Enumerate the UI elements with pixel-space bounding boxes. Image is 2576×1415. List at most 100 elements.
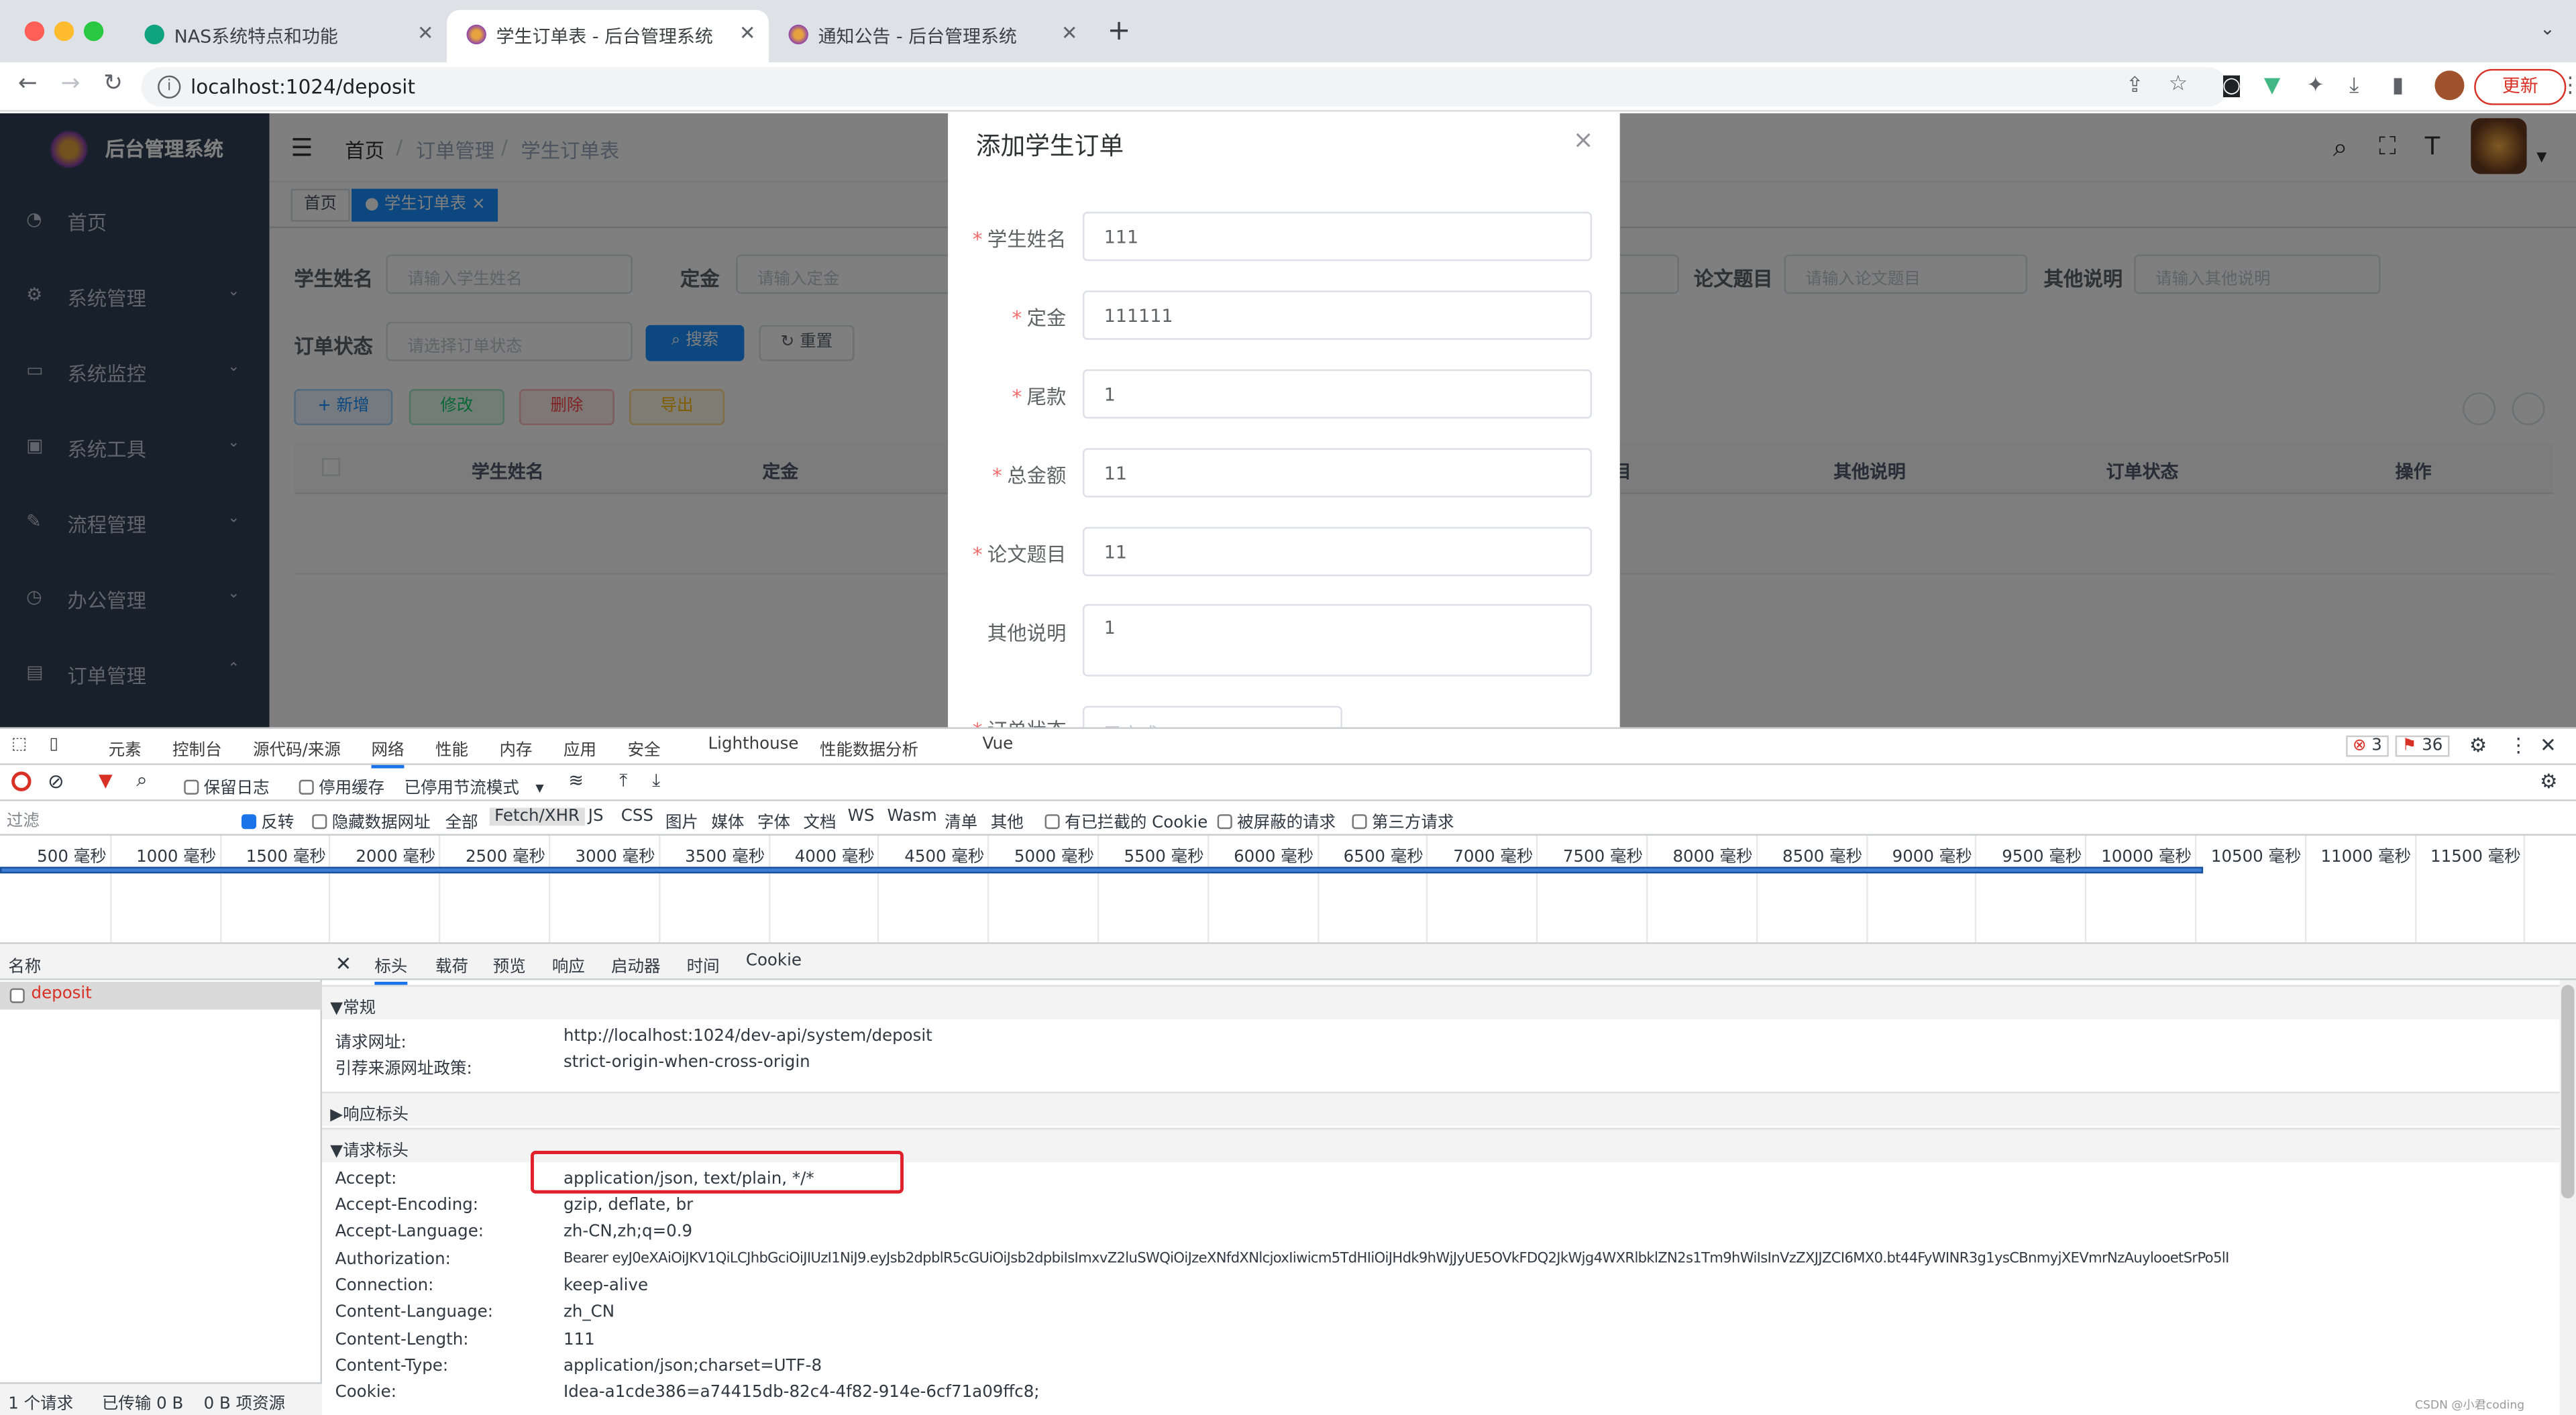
new-tab-button[interactable]: + <box>1108 15 1131 48</box>
total-amount-field[interactable]: 11 <box>1082 448 1593 498</box>
disable-cache-checkbox[interactable]: 停用缓存 <box>299 773 384 798</box>
settings-gear-icon[interactable]: ⚙ <box>2469 734 2487 756</box>
request-checkbox[interactable] <box>9 988 25 1003</box>
blocked-cookies-checkbox[interactable]: 有已拦截的 Cookie <box>1044 807 1208 832</box>
filter-doc[interactable]: 文档 <box>804 807 837 832</box>
devtools-menu-icon[interactable]: ⋮ <box>2509 734 2528 756</box>
filter-all[interactable]: 全部 <box>445 807 478 832</box>
export-har-icon[interactable]: ⤓ <box>652 770 660 793</box>
filter-media[interactable]: 媒体 <box>711 807 744 832</box>
detail-tab-timing[interactable]: 时间 <box>687 952 720 977</box>
scrollbar-thumb[interactable] <box>2561 984 2575 1199</box>
network-conditions-icon[interactable]: ≋ <box>568 770 584 791</box>
network-settings-icon[interactable]: ⚙ <box>2540 770 2557 793</box>
back-icon[interactable]: ← <box>18 70 38 97</box>
filter-css[interactable]: CSS <box>621 807 653 826</box>
devtools-tab-lighthouse[interactable]: Lighthouse <box>708 736 799 754</box>
side-panel-icon[interactable]: ▮ <box>2392 74 2404 99</box>
detail-tab-cookies[interactable]: Cookie <box>746 952 802 970</box>
browser-tab-2[interactable]: 学生订单表 - 后台管理系统 ✕ <box>447 9 769 63</box>
download-icon[interactable]: ⤓ <box>2349 74 2359 99</box>
profile-avatar[interactable] <box>2434 70 2465 101</box>
filter-fetch-xhr[interactable]: Fetch/XHR <box>489 807 585 826</box>
device-toolbar-icon[interactable]: ▯ <box>49 736 58 754</box>
network-overview[interactable]: 500 毫秒 1000 毫秒 1500 毫秒 2000 毫秒 2500 毫秒 3000 毫… <box>0 836 2576 944</box>
filter-wasm[interactable]: Wasm <box>887 807 936 826</box>
filter-other[interactable]: 其他 <box>991 807 1024 832</box>
close-window-button[interactable] <box>24 21 45 42</box>
filter-img[interactable]: 图片 <box>665 807 698 832</box>
filter-input[interactable]: 过滤 <box>7 806 223 831</box>
filter-js[interactable]: JS <box>588 807 604 826</box>
browser-tab-3[interactable]: 通知公告 - 后台管理系统 ✕ <box>769 10 1091 62</box>
search-icon[interactable]: ⌕ <box>136 769 147 793</box>
url-text[interactable]: localhost:1024/deposit <box>191 76 415 99</box>
detail-tab-response[interactable]: 响应 <box>552 952 585 977</box>
browser-tab-1[interactable]: NAS系统特点和功能 ✕ <box>125 10 447 62</box>
error-badge[interactable]: ⊗ 3 <box>2346 735 2389 757</box>
devtools-tab-memory[interactable]: 内存 <box>499 736 532 760</box>
detail-tab-preview[interactable]: 预览 <box>493 952 526 977</box>
filter-font[interactable]: 字体 <box>757 807 790 832</box>
request-count: 1 个请求 <box>8 1395 74 1414</box>
issues-badge[interactable]: ⚑ 36 <box>2395 735 2450 757</box>
thesis-field[interactable]: 11 <box>1082 526 1593 577</box>
update-button[interactable]: 更新 <box>2474 68 2567 105</box>
devtools-tab-elements[interactable]: 元素 <box>109 736 142 760</box>
close-devtools-icon[interactable]: ✕ <box>2540 734 2557 756</box>
hide-data-urls-checkbox[interactable]: 隐藏数据网址 <box>312 807 431 832</box>
clear-icon[interactable]: ⊘ <box>48 770 64 793</box>
status-field[interactable]: 已完成 <box>1082 705 1342 728</box>
close-detail-icon[interactable]: ✕ <box>335 952 352 975</box>
timeline-grid-line <box>2194 836 2197 943</box>
reload-icon[interactable]: ↻ <box>103 70 123 97</box>
devtools-tab-network[interactable]: 网络 <box>371 736 405 769</box>
bookmark-star-icon[interactable]: ☆ <box>2169 72 2188 97</box>
detail-tab-payload[interactable]: 载荷 <box>435 952 468 977</box>
devtools-tab-security[interactable]: 安全 <box>628 736 661 760</box>
import-har-icon[interactable]: ⤒ <box>619 770 627 793</box>
record-icon[interactable] <box>11 771 32 791</box>
share-icon[interactable]: ⇪ <box>2126 74 2144 99</box>
devtools-tab-sources[interactable]: 源代码/来源 <box>253 736 341 760</box>
close-icon[interactable]: ✕ <box>417 21 434 44</box>
other-notes-textarea[interactable]: 1 <box>1082 604 1593 677</box>
inspect-element-icon[interactable]: ⬚ <box>11 736 27 754</box>
maximize-window-button[interactable] <box>83 21 104 42</box>
invert-checkbox[interactable]: 反转 <box>241 807 294 832</box>
throttle-select[interactable]: 已停用节流模式 ▾ <box>404 773 543 798</box>
close-icon[interactable]: ✕ <box>1061 21 1078 44</box>
timeline-grid-line <box>1317 836 1319 943</box>
filter-icon[interactable]: ▼ <box>99 770 113 791</box>
address-bar[interactable]: i localhost:1024/deposit ⇪ ☆ <box>141 67 2228 107</box>
devtools-tab-application[interactable]: 应用 <box>564 736 596 760</box>
devtools-tab-console[interactable]: 控制台 <box>172 736 221 760</box>
request-name[interactable]: deposit <box>32 985 92 1003</box>
extension-icon[interactable]: ◙ <box>2221 74 2242 99</box>
blocked-requests-checkbox[interactable]: 被屏蔽的请求 <box>1217 807 1336 832</box>
menu-kebab-icon[interactable]: ⋮ <box>2560 74 2576 99</box>
preserve-log-checkbox[interactable]: 保留日志 <box>184 773 270 798</box>
close-icon[interactable]: ✕ <box>739 21 756 44</box>
deposit-field[interactable]: 111111 <box>1082 290 1593 340</box>
site-info-icon[interactable]: i <box>158 75 181 99</box>
devtools-tab-vue[interactable]: Vue <box>983 736 1014 754</box>
devtools-tab-performance[interactable]: 性能 <box>435 736 468 760</box>
devtools-tab-perf-insights[interactable]: 性能数据分析 <box>820 736 918 760</box>
extensions-puzzle-icon[interactable]: ✦ <box>2306 74 2324 99</box>
response-headers-section-header[interactable]: ▶响应标头 <box>322 1091 2560 1127</box>
detail-tab-initiator[interactable]: 启动器 <box>611 952 660 977</box>
filter-manifest[interactable]: 清单 <box>945 807 977 832</box>
filter-ws[interactable]: WS <box>848 807 875 826</box>
transferred-size: 已传输 0 B <box>101 1395 184 1414</box>
minimize-window-button[interactable] <box>54 21 74 42</box>
general-section-header[interactable]: ▼常规 <box>322 984 2560 1020</box>
vue-devtools-icon[interactable]: ▼ <box>2264 74 2280 99</box>
third-party-checkbox[interactable]: 第三方请求 <box>1352 807 1454 832</box>
header-value: Bearer eyJ0eXAiOiJKV1QiLCJhbGciOiJIUzI1N… <box>564 1251 2229 1267</box>
tab-search-icon[interactable]: ⌄ <box>2540 18 2555 40</box>
student-name-field[interactable]: 111 <box>1082 211 1593 262</box>
close-icon[interactable]: × <box>1573 125 1594 154</box>
forward-icon[interactable]: → <box>61 70 80 97</box>
balance-field[interactable]: 1 <box>1082 369 1593 419</box>
